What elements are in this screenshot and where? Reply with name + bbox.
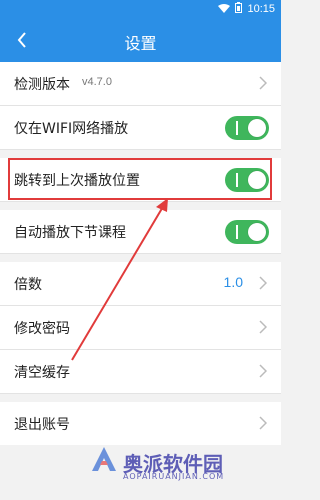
watermark: 奥派软件园 AOPAIRUANJIAN.COM (91, 444, 271, 482)
annotation-arrow-icon (71, 198, 168, 361)
watermark-logo-icon (92, 447, 116, 471)
watermark-url: AOPAIRUANJIAN.COM (123, 472, 225, 481)
